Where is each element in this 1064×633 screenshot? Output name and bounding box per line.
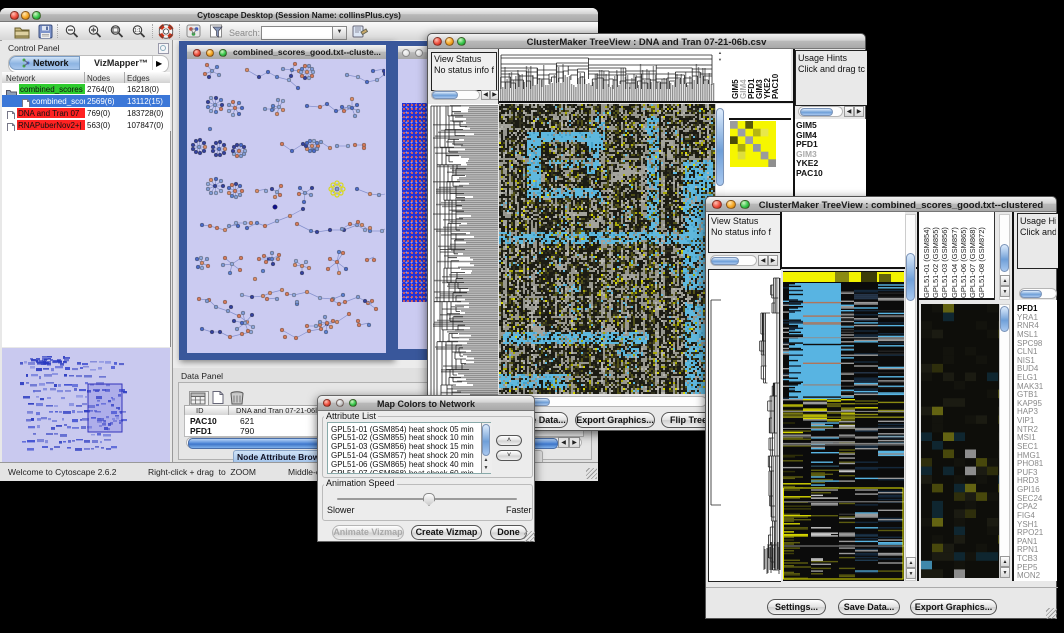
svg-text:1:1: 1:1 — [134, 28, 141, 34]
